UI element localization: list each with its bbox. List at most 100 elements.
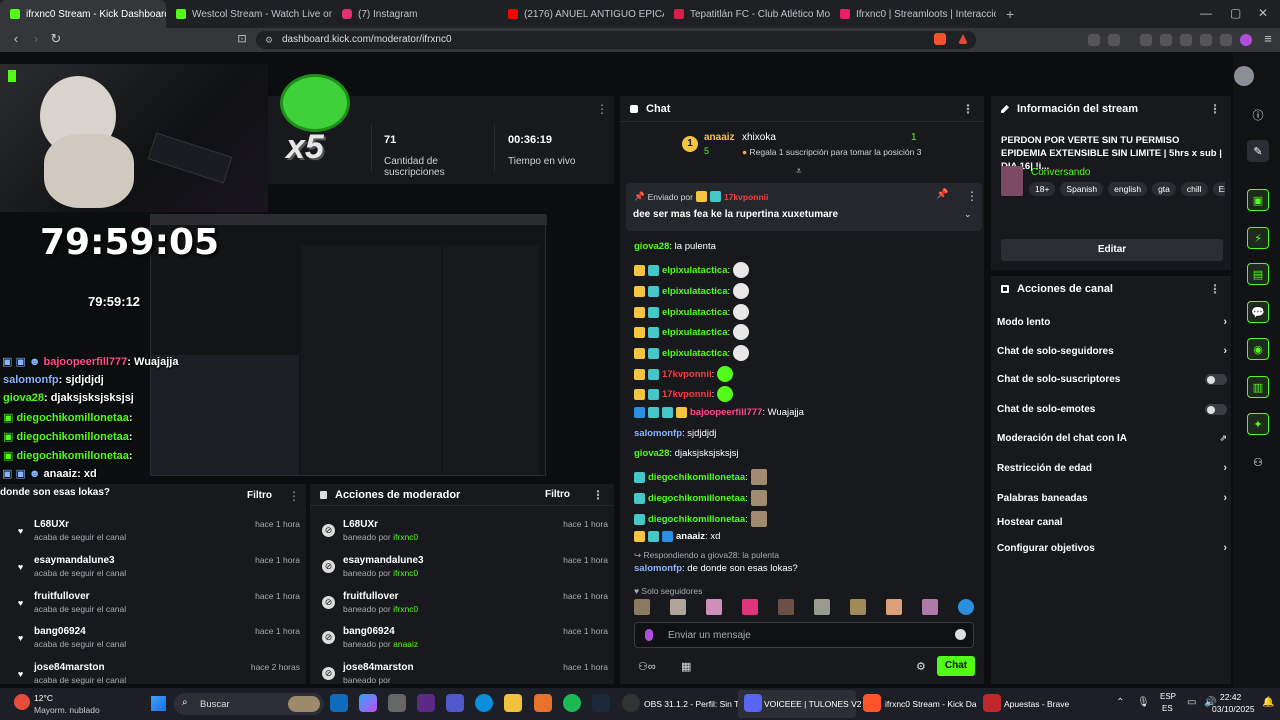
queue-icon[interactable]: ▥ — [1247, 376, 1269, 398]
tools-icon[interactable]: ✦ — [1247, 413, 1269, 435]
moderator-name[interactable]: ifrxnc0 — [393, 532, 418, 542]
stream-tag[interactable]: Es — [1212, 182, 1225, 196]
emote-icon[interactable] — [850, 599, 866, 615]
bookmark-icon[interactable]: ⊡ — [232, 32, 252, 45]
network-icon[interactable]: ▭ — [1187, 697, 1196, 708]
maximize-icon[interactable]: ▢ — [1230, 6, 1241, 20]
channel-action-item[interactable]: Configurar objetivos › — [997, 542, 1227, 554]
microphone-icon[interactable]: 🎙 — [1137, 697, 1150, 708]
chat-user[interactable]: elpixulatactica — [662, 327, 727, 338]
chat-user[interactable]: elpixulatactica — [662, 348, 727, 359]
document-icon[interactable]: ▤ — [1247, 263, 1269, 285]
kebab-icon[interactable]: ⋮ — [1209, 102, 1221, 116]
chat-user[interactable]: bajoopeerfill777 — [690, 407, 762, 418]
extension-icon[interactable] — [1088, 34, 1100, 46]
brave-icon[interactable] — [983, 694, 1001, 712]
chat-input[interactable]: Enviar un mensaje — [634, 622, 974, 648]
top-gifter-user[interactable]: anaaiz — [704, 132, 735, 143]
expand-icon[interactable]: ⌄ — [964, 209, 972, 220]
emote-icon[interactable] — [958, 599, 974, 615]
chat-user[interactable]: diegochikomillonetaa — [648, 493, 745, 504]
stream-tag[interactable]: english — [1108, 182, 1148, 196]
activity-user[interactable]: esaymandalune3 — [34, 555, 126, 566]
emote-icon[interactable] — [922, 599, 938, 615]
settings-icon[interactable]: ⚙ — [916, 660, 926, 673]
app-icon[interactable] — [417, 694, 435, 712]
discord-icon[interactable] — [744, 694, 762, 712]
brave-shields-icon[interactable] — [934, 33, 946, 45]
kebab-icon[interactable]: ⋮ — [966, 189, 978, 203]
outlook-icon[interactable] — [330, 694, 348, 712]
emote-icon[interactable] — [670, 599, 686, 615]
activity-user[interactable]: fruitfullover — [34, 591, 126, 602]
kebab-icon[interactable]: ⋮ — [962, 102, 974, 116]
store-icon[interactable]: ▦ — [681, 660, 691, 673]
edit-icon[interactable]: ✎ — [1247, 140, 1269, 162]
edit-button[interactable]: Editar — [1001, 239, 1223, 261]
stream-tag[interactable]: gta — [1152, 182, 1176, 196]
info-icon[interactable]: ⓘ — [1247, 104, 1269, 126]
weather-icon[interactable] — [14, 694, 30, 710]
moderator-name[interactable]: anaaiz — [393, 639, 418, 649]
chat-icon[interactable]: 💬 — [1247, 301, 1269, 323]
activity-user[interactable]: jose84marston — [34, 662, 126, 673]
steam-icon[interactable] — [592, 694, 610, 712]
kebab-icon[interactable]: ⋮ — [592, 488, 604, 502]
second-gifter-user[interactable]: xhixoka — [742, 132, 776, 143]
pinned-user[interactable]: 17kvponnii — [724, 192, 768, 202]
kebab-icon[interactable]: ⋮ — [288, 489, 300, 503]
forward-icon[interactable]: › — [26, 31, 46, 46]
copilot-icon[interactable] — [359, 694, 377, 712]
emote-icon[interactable] — [886, 599, 902, 615]
url-field[interactable]: ⚙ dashboard.kick.com/moderator/ifrxnc0 — [256, 31, 976, 49]
kebab-icon[interactable]: ⋮ — [1209, 282, 1221, 296]
broadcast-icon[interactable]: ◉ — [1247, 338, 1269, 360]
community-icon[interactable]: ⚇∞ — [638, 660, 656, 673]
stream-tag[interactable]: chill — [1180, 182, 1208, 196]
clock-date[interactable]: 03/10/2025 — [1212, 704, 1255, 714]
sidebar-toggle-icon[interactable] — [1160, 34, 1172, 46]
browser-tab[interactable]: (2176) ANUEL ANTIGUO EPICAS — [498, 0, 664, 28]
channel-action-item[interactable]: Chat de solo-seguidores › — [997, 345, 1227, 357]
microphone-icon[interactable] — [645, 629, 653, 641]
chat-user[interactable]: anaaiz — [676, 531, 705, 542]
banned-user[interactable]: esaymandalune3 — [343, 555, 424, 566]
windows-start-icon[interactable] — [151, 696, 166, 711]
language-bottom[interactable]: ES — [1162, 704, 1173, 713]
stream-tag[interactable]: 18+ — [1029, 182, 1056, 196]
emoji-icon[interactable] — [955, 629, 966, 640]
banned-user[interactable]: fruitfullover — [343, 591, 418, 602]
lightning-icon[interactable]: ⚡ — [1247, 227, 1269, 249]
filter-button[interactable]: Filtro — [247, 490, 272, 501]
emote-icon[interactable] — [814, 599, 830, 615]
brave-icon[interactable] — [863, 694, 881, 712]
emote-icon[interactable] — [778, 599, 794, 615]
taskbar-app-label[interactable]: Apuestas - Brave — [1004, 699, 1069, 709]
vpn-icon[interactable] — [1200, 34, 1212, 46]
minimize-icon[interactable]: — — [1200, 6, 1212, 20]
clock-time[interactable]: 22:42 — [1220, 692, 1241, 702]
channel-action-item[interactable]: Modo lento › — [997, 316, 1227, 328]
spotify-icon[interactable] — [563, 694, 581, 712]
channel-action-item[interactable]: Moderación del chat con IA ⇗ — [997, 433, 1227, 444]
menu-icon[interactable]: ≡ — [1258, 31, 1278, 46]
browser-tab[interactable]: ifrxnc0 Stream - Kick Dashboard✕ — [0, 0, 166, 28]
browser-tab[interactable]: (7) Instagram — [332, 0, 498, 28]
language-top[interactable]: ESP — [1160, 692, 1176, 701]
chat-user[interactable]: 17kvponnii — [662, 389, 712, 400]
chat-user[interactable]: 17kvponnii — [662, 369, 712, 380]
new-tab-button[interactable]: + — [996, 6, 1024, 22]
collapse-icon[interactable]: ⩡ — [796, 166, 802, 177]
site-info-icon[interactable]: ⚙ — [265, 31, 273, 49]
toggle-switch[interactable] — [1205, 404, 1227, 415]
extension-icon[interactable] — [1108, 34, 1120, 46]
chat-user[interactable]: elpixulatactica — [662, 307, 727, 318]
chat-user[interactable]: salomonfp — [634, 428, 682, 439]
community-icon[interactable]: ⚇ — [1247, 451, 1269, 473]
close-window-icon[interactable]: ✕ — [1258, 6, 1268, 20]
app-icon[interactable] — [388, 694, 406, 712]
gift-cta[interactable]: ● Regala 1 suscripción para tomar la pos… — [742, 147, 921, 157]
channel-action-item[interactable]: Palabras baneadas › — [997, 492, 1227, 504]
leo-icon[interactable] — [1240, 34, 1252, 46]
edge-icon[interactable] — [475, 694, 493, 712]
